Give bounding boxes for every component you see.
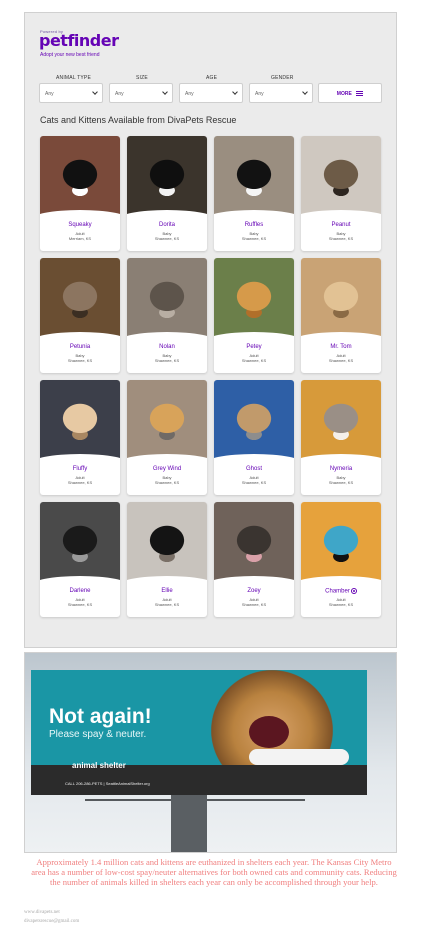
more-filters-button[interactable]: MORE — [318, 83, 382, 103]
pet-photo[interactable] — [40, 258, 120, 338]
pet-name[interactable]: Nolan — [127, 344, 207, 350]
pet-photo[interactable] — [301, 380, 381, 460]
pet-location: Shawnee, KS — [154, 236, 180, 241]
billboard-contact: CALL 206-286-PETS | SeattleAnimalShelter… — [65, 781, 150, 786]
billboard-org-name: animal shelter — [72, 761, 126, 770]
pet-card[interactable]: Ellie Adult Shawnee, KS — [127, 502, 207, 617]
age-select[interactable]: Any — [179, 83, 243, 103]
chevron-down-icon — [232, 89, 238, 95]
gender-select[interactable]: Any — [249, 83, 313, 103]
pet-location: Shawnee, KS — [241, 358, 267, 363]
pet-name[interactable]: Squeaky — [40, 222, 120, 228]
pet-name[interactable]: Ruffles — [214, 222, 294, 228]
pet-card[interactable]: Petunia Baby Shawnee, KS — [40, 258, 120, 373]
pet-card[interactable]: Petey Adult Shawnee, KS — [214, 258, 294, 373]
pet-card[interactable]: Nymeria Baby Shawnee, KS — [301, 380, 381, 495]
pet-name[interactable]: Nymeria — [301, 466, 381, 472]
chevron-down-icon — [302, 89, 308, 95]
more-filters-label: MORE — [336, 91, 352, 97]
filter-label-gender: GENDER — [271, 75, 294, 81]
section-title: Cats and Kittens Available from DivaPets… — [40, 115, 237, 125]
pet-photo[interactable] — [127, 258, 207, 338]
pet-card[interactable]: Chamber Adult Shawnee, KS — [301, 502, 381, 617]
website-link[interactable]: www.divapets.net — [24, 910, 60, 915]
pet-photo[interactable] — [214, 380, 294, 460]
filter-label-size: SIZE — [136, 75, 148, 81]
animal-type-value: Any — [45, 91, 54, 97]
cat-mouth-shape — [249, 716, 289, 748]
size-value: Any — [115, 91, 124, 97]
pregnancy-test-image — [249, 749, 349, 765]
gender-value: Any — [255, 91, 264, 97]
chevron-down-icon — [92, 89, 98, 95]
pet-photo[interactable] — [301, 258, 381, 338]
pet-location: Shawnee, KS — [67, 480, 93, 485]
contact-email-link[interactable]: divapetsrescue@gmail.com — [24, 919, 79, 924]
animal-type-select[interactable]: Any — [39, 83, 103, 103]
pet-location: Shawnee, KS — [328, 358, 354, 363]
pet-location: Merriam, KS — [68, 236, 92, 241]
pet-name[interactable]: Chamber — [301, 588, 381, 595]
euthanasia-statistics-text: Approximately 1.4 million cats and kitte… — [31, 857, 397, 887]
petfinder-logo[interactable]: petfinder — [39, 31, 119, 50]
favorite-icon[interactable] — [350, 588, 357, 594]
pet-name[interactable]: Mr. Tom — [301, 344, 381, 350]
pet-photo[interactable] — [40, 380, 120, 460]
billboard-subline: Please spay & neuter. — [49, 729, 147, 740]
pet-name[interactable]: Ghost — [214, 466, 294, 472]
pet-card[interactable]: Peanut Baby Shawnee, KS — [301, 136, 381, 251]
pet-card[interactable]: Darlene Adult Shawnee, KS — [40, 502, 120, 617]
brand-tagline: Adopt your new best friend — [40, 52, 100, 58]
pet-location: Shawnee, KS — [328, 480, 354, 485]
pet-card[interactable]: Ghost Adult Shawnee, KS — [214, 380, 294, 495]
pet-card[interactable]: Fluffy Adult Shawnee, KS — [40, 380, 120, 495]
pet-photo[interactable] — [214, 502, 294, 582]
age-value: Any — [185, 91, 194, 97]
pet-location: Shawnee, KS — [241, 602, 267, 607]
pet-location: Shawnee, KS — [154, 602, 180, 607]
pet-name[interactable]: Peanut — [301, 222, 381, 228]
pet-card[interactable]: Squeaky Adult Merriam, KS — [40, 136, 120, 251]
pet-location: Shawnee, KS — [328, 236, 354, 241]
pet-photo[interactable] — [301, 136, 381, 216]
pet-card[interactable]: Dorita Baby Shawnee, KS — [127, 136, 207, 251]
pet-photo[interactable] — [40, 502, 120, 582]
pet-photo[interactable] — [40, 136, 120, 216]
pet-name[interactable]: Dorita — [127, 222, 207, 228]
billboard-headline: Not again! — [49, 705, 152, 728]
pet-card[interactable]: Mr. Tom Adult Shawnee, KS — [301, 258, 381, 373]
pet-name[interactable]: Zoey — [214, 588, 294, 594]
pet-photo[interactable] — [301, 502, 381, 582]
chevron-down-icon — [162, 89, 168, 95]
pet-photo[interactable] — [214, 258, 294, 338]
pet-location: Shawnee, KS — [154, 480, 180, 485]
pet-photo[interactable] — [214, 136, 294, 216]
filter-label-animal-type: ANIMAL TYPE — [56, 75, 91, 81]
billboard-pole — [171, 795, 207, 852]
pet-card[interactable]: Zoey Adult Shawnee, KS — [214, 502, 294, 617]
pet-photo[interactable] — [127, 136, 207, 216]
pet-photo[interactable] — [127, 380, 207, 460]
pet-name[interactable]: Petunia — [40, 344, 120, 350]
pet-name[interactable]: Grey Wind — [127, 466, 207, 472]
pet-location: Shawnee, KS — [154, 358, 180, 363]
size-select[interactable]: Any — [109, 83, 173, 103]
pet-card[interactable]: Nolan Baby Shawnee, KS — [127, 258, 207, 373]
pet-name[interactable]: Ellie — [127, 588, 207, 594]
filter-menu-icon — [356, 91, 364, 97]
pet-photo[interactable] — [127, 502, 207, 582]
pet-location: Shawnee, KS — [328, 602, 354, 607]
pet-card[interactable]: Ruffles Baby Shawnee, KS — [214, 136, 294, 251]
petfinder-widget: Powered by petfinder Adopt your new best… — [24, 12, 397, 648]
pet-location: Shawnee, KS — [241, 236, 267, 241]
pet-name[interactable]: Petey — [214, 344, 294, 350]
filter-label-age: AGE — [206, 75, 218, 81]
pet-name[interactable]: Darlene — [40, 588, 120, 594]
pet-location: Shawnee, KS — [67, 602, 93, 607]
pet-card[interactable]: Grey Wind Baby Shawnee, KS — [127, 380, 207, 495]
pet-name[interactable]: Fluffy — [40, 466, 120, 472]
spay-neuter-billboard: Not again! Please spay & neuter. animal … — [24, 652, 397, 853]
pet-location: Shawnee, KS — [241, 480, 267, 485]
pet-location: Shawnee, KS — [67, 358, 93, 363]
